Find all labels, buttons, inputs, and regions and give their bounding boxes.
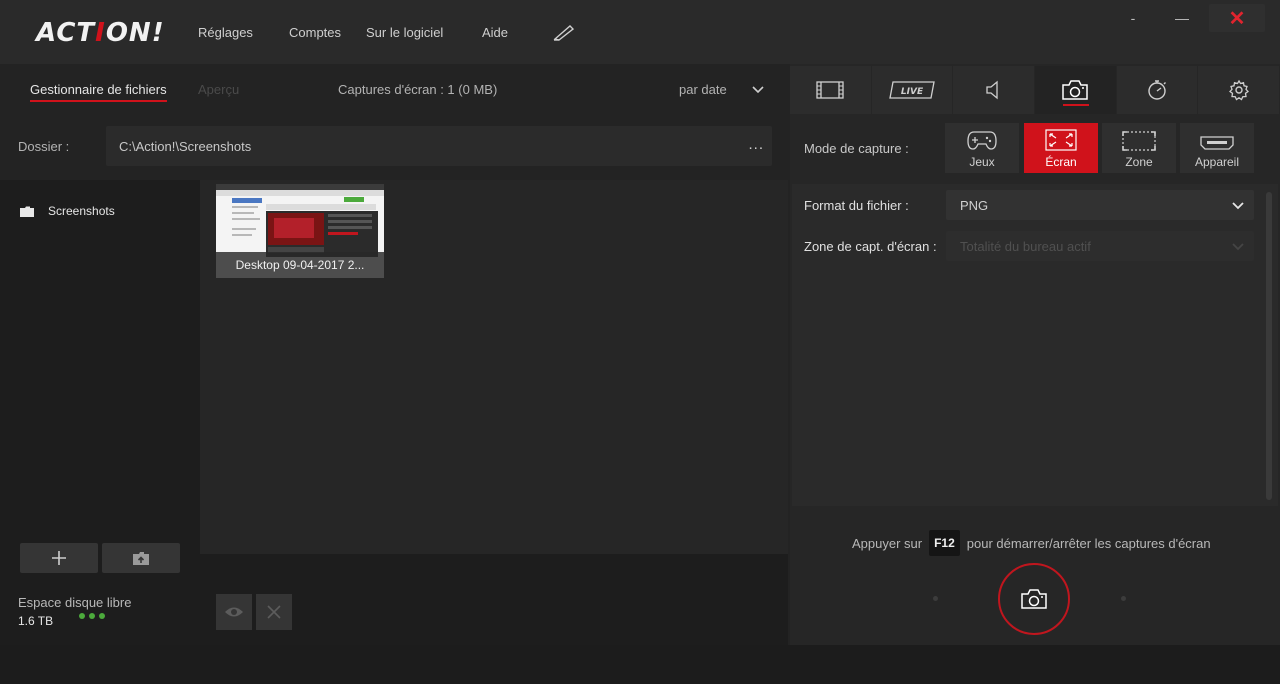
folder-path-field[interactable]: C:\Action!\Screenshots ... [106, 126, 772, 166]
tab-audio[interactable] [953, 66, 1035, 114]
tab-live[interactable]: LIVE [871, 66, 953, 114]
folder-label: Dossier : [18, 139, 70, 154]
capture-count: Captures d'écran : 1 (0 MB) [338, 82, 498, 97]
indicator-dot-right [1121, 596, 1126, 601]
mode-screen-label: Écran [1045, 155, 1077, 169]
mode-games-label: Jeux [969, 155, 995, 169]
gamepad-icon [967, 131, 997, 150]
hint-prefix: Appuyer sur [852, 535, 923, 551]
eye-icon [225, 607, 243, 617]
preview-button[interactable] [216, 594, 252, 630]
file-actions-bar [200, 554, 788, 645]
indicator-dot-left [933, 596, 938, 601]
mode-device-button[interactable]: Appareil [1180, 123, 1254, 173]
hotkey-badge: F12 [929, 530, 960, 556]
close-icon [267, 605, 281, 619]
disk-status-indicator [79, 613, 105, 619]
live-icon: LIVE [889, 81, 935, 99]
status-strip [0, 645, 1280, 684]
tab-screenshot[interactable] [1035, 66, 1116, 114]
open-folder-button[interactable] [102, 543, 180, 573]
camera-icon [1021, 589, 1047, 609]
file-thumbnail[interactable]: Desktop 09-04-2017 2... [216, 184, 384, 278]
chevron-down-icon [1232, 202, 1244, 210]
area-icon [1122, 131, 1156, 151]
browse-folder-button[interactable]: ... [748, 136, 764, 153]
close-button[interactable]: ✕ [1209, 4, 1265, 32]
app-logo: ACTION! [36, 18, 165, 48]
folder-open-icon [133, 552, 149, 565]
mode-screen-button[interactable]: Écran [1024, 123, 1098, 173]
settings-scrollbar[interactable] [1266, 192, 1272, 500]
title-bar: ACTION! Réglages Comptes Sur le logiciel… [0, 0, 1280, 64]
delete-button[interactable] [256, 594, 292, 630]
capture-tabs: LIVE [790, 66, 1280, 114]
hotkey-hint: Appuyer sur F12 pour démarrer/arrêter le… [852, 530, 1211, 556]
mode-games-button[interactable]: Jeux [945, 123, 1019, 173]
add-folder-button[interactable] [20, 543, 98, 573]
video-icon [816, 81, 844, 99]
plus-icon [52, 551, 66, 565]
file-format-select[interactable]: PNG [946, 190, 1254, 220]
svg-text:LIVE: LIVE [901, 87, 924, 97]
take-screenshot-button[interactable] [998, 563, 1070, 635]
fullscreen-icon [1045, 129, 1077, 151]
hint-suffix: pour démarrer/arrêter les captures d'écr… [966, 535, 1211, 551]
tab-video[interactable] [790, 66, 871, 114]
minimize-button[interactable]: - [1105, 4, 1161, 32]
menu-about[interactable]: Sur le logiciel [366, 25, 443, 40]
capture-settings-panel: LIVE Mode de capture: Jeux Écran Zone A… [790, 64, 1280, 645]
disk-space-label: Espace disque libre [18, 595, 132, 610]
capture-zone-value: Totalité du bureau actif [960, 239, 1091, 254]
camera-icon [1062, 80, 1089, 100]
capture-zone-label: Zone de capt. d'écran : [804, 239, 937, 254]
mode-device-label: Appareil [1194, 155, 1240, 169]
file-grid: Desktop 09-04-2017 2... [200, 180, 788, 554]
tree-item-label: Screenshots [48, 204, 115, 218]
menu-accounts[interactable]: Comptes [289, 25, 341, 40]
menu-settings[interactable]: Réglages [198, 25, 253, 40]
capture-zone-select[interactable]: Totalité du bureau actif [946, 231, 1254, 261]
sort-dropdown[interactable]: par date [679, 82, 727, 97]
capture-mode-label: Mode de capture : [804, 141, 909, 156]
tab-preview[interactable]: Aperçu [198, 82, 239, 97]
mode-area-label: Zone [1125, 155, 1153, 169]
folder-path-text: C:\Action!\Screenshots [119, 139, 252, 154]
file-caption: Desktop 09-04-2017 2... [216, 252, 384, 278]
tree-item-screenshots[interactable]: Screenshots [20, 204, 115, 218]
maximize-button[interactable]: — [1154, 4, 1210, 32]
disk-space-value: 1.6 TB [18, 614, 54, 628]
tab-timer[interactable] [1116, 66, 1198, 114]
gear-icon [1228, 79, 1249, 101]
folder-icon [20, 206, 34, 217]
mode-area-button[interactable]: Zone [1102, 123, 1176, 173]
timer-icon [1148, 80, 1167, 100]
pen-icon[interactable] [552, 22, 576, 42]
chevron-down-icon [1232, 243, 1244, 251]
menu-help[interactable]: Aide [482, 25, 508, 40]
file-format-value: PNG [960, 198, 989, 213]
folder-tree: Screenshots Espace disque libre 1.6 TB [0, 180, 200, 645]
file-format-label: Format du fichier : [804, 198, 909, 213]
device-icon [1200, 136, 1234, 150]
tab-settings[interactable] [1198, 66, 1280, 114]
speaker-icon [986, 80, 998, 100]
screenshot-settings: Format du fichier : PNG Zone de capt. d'… [792, 184, 1278, 506]
tab-file-manager[interactable]: Gestionnaire de fichiers [30, 82, 167, 102]
chevron-down-icon[interactable] [750, 81, 766, 97]
file-manager-panel: Gestionnaire de fichiers Aperçu Captures… [0, 64, 788, 645]
